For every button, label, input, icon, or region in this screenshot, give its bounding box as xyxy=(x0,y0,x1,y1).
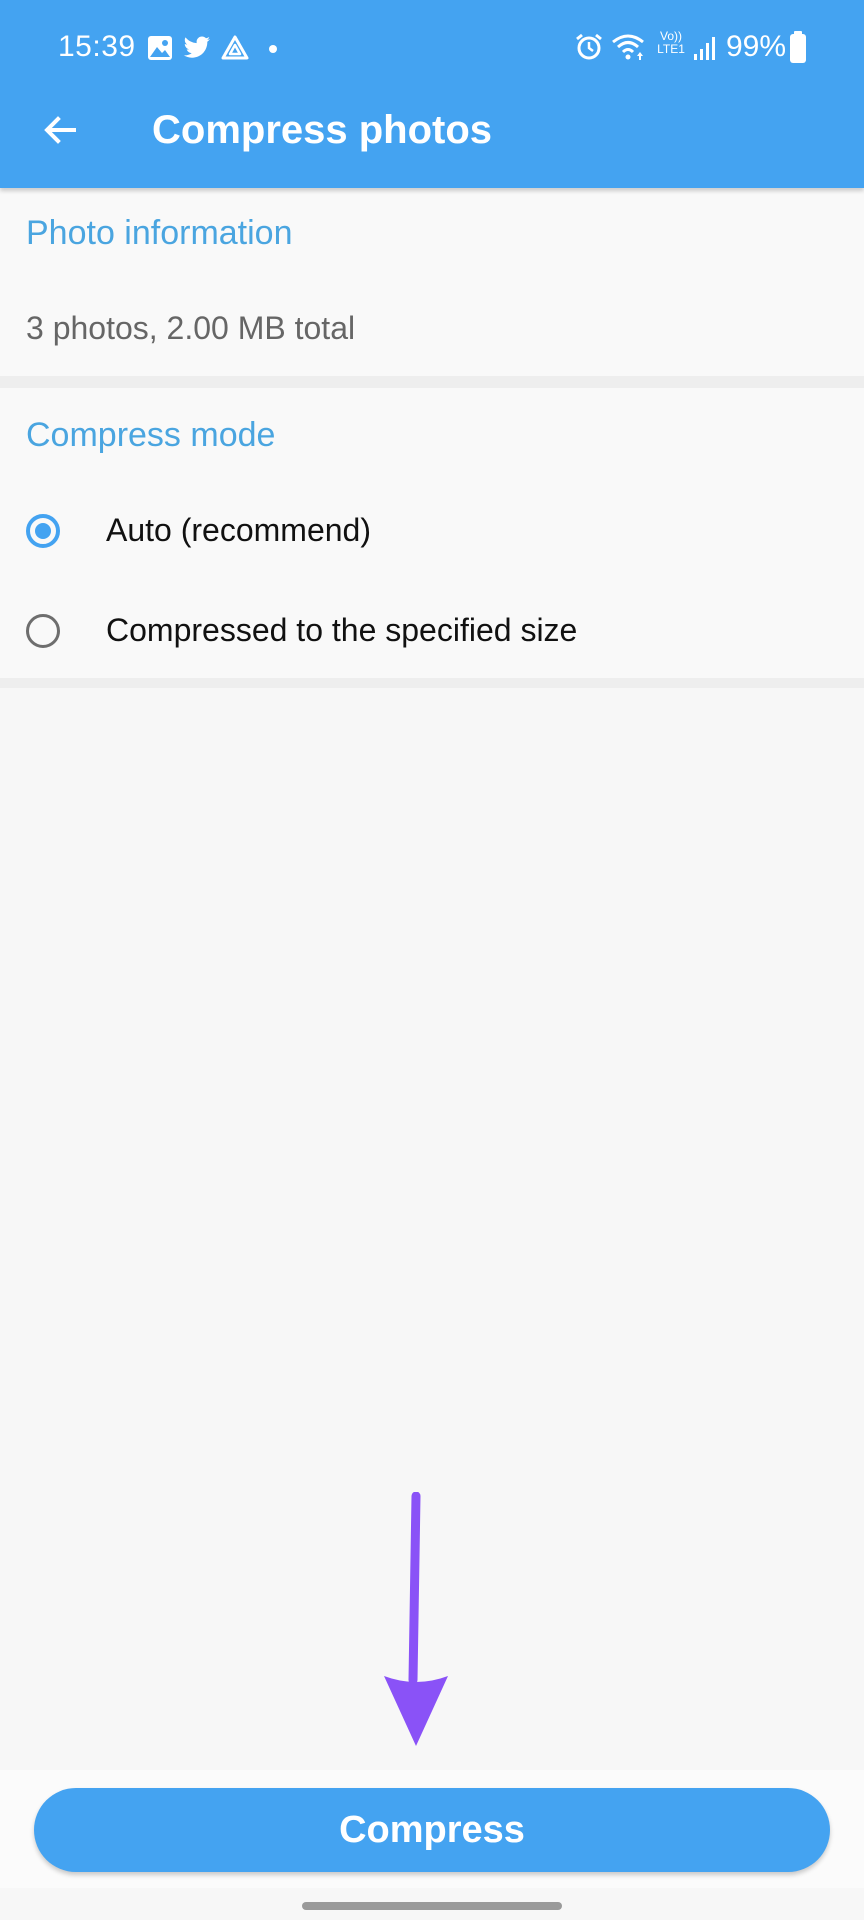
twitter-icon xyxy=(183,36,210,58)
photo-info-title: Photo information xyxy=(26,214,293,252)
section-divider xyxy=(0,376,864,388)
page-title: Compress photos xyxy=(152,108,493,152)
battery-percent: 99% xyxy=(726,30,787,63)
radio-label-specified-size: Compressed to the specified size xyxy=(106,612,578,648)
radio-option-auto[interactable]: Auto (recommend) xyxy=(0,490,864,580)
signal-icon xyxy=(694,37,715,60)
radio-button-unselected[interactable] xyxy=(26,614,60,648)
back-button[interactable] xyxy=(34,104,86,156)
status-time: 15:39 xyxy=(58,30,136,63)
annotation-arrow-down-icon xyxy=(384,1492,448,1746)
dot-icon xyxy=(269,45,277,53)
section-divider-bottom xyxy=(0,678,864,688)
compress-mode-title: Compress mode xyxy=(26,416,276,454)
home-indicator[interactable] xyxy=(302,1902,562,1910)
wifi-icon xyxy=(612,34,644,60)
photo-info-section: Photo information 3 photos, 2.00 MB tota… xyxy=(0,188,864,376)
compress-button[interactable]: Compress xyxy=(34,1788,830,1872)
photo-info-summary: 3 photos, 2.00 MB total xyxy=(26,310,356,346)
alarm-icon xyxy=(576,33,602,60)
radio-option-specified-size[interactable]: Compressed to the specified size xyxy=(0,590,864,680)
radio-button-selected[interactable] xyxy=(26,514,60,548)
drive-icon xyxy=(221,35,249,60)
app-header: 15:39 Vo)) LTE1 99% Compress photos xyxy=(0,0,864,188)
status-bar: 15:39 Vo)) LTE1 99% xyxy=(0,0,864,96)
radio-label-auto: Auto (recommend) xyxy=(106,512,371,548)
gallery-icon xyxy=(148,36,172,60)
volte-icon: Vo)) LTE1 xyxy=(657,29,685,56)
battery-icon xyxy=(790,31,806,63)
compress-mode-section: Compress mode Auto (recommend) Compresse… xyxy=(0,388,864,678)
arrow-left-icon xyxy=(44,116,76,144)
